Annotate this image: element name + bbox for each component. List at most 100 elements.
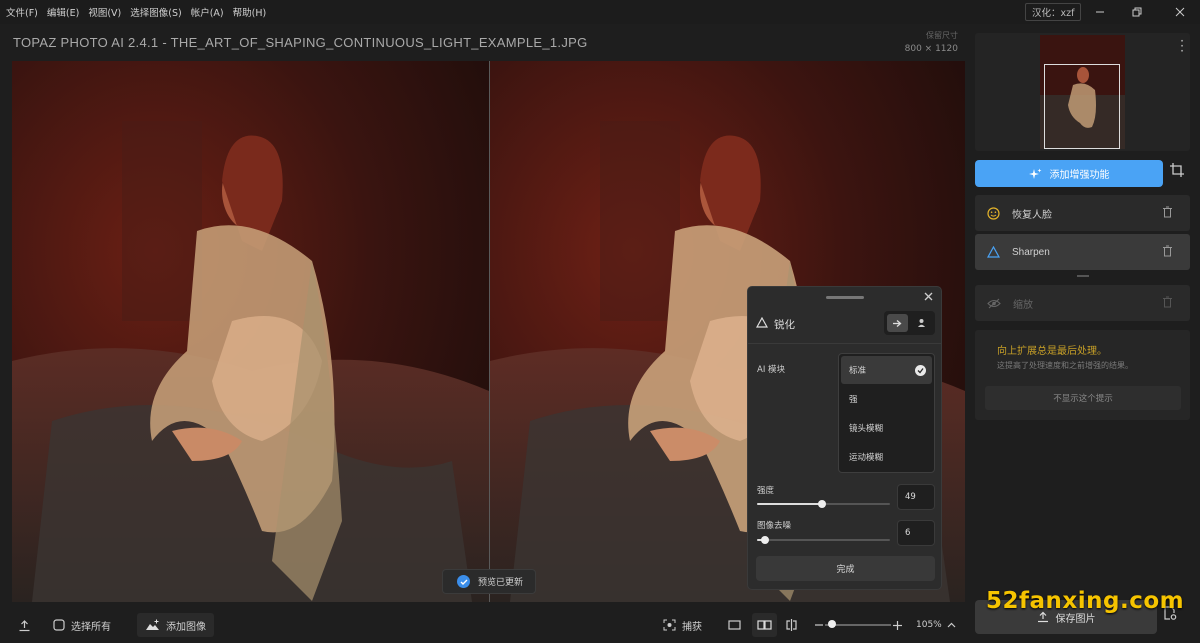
panel-title: 锐化 [774,319,795,331]
restore-button[interactable] [1117,2,1157,22]
ai-model-list: 标准 强 镜头模糊 运动模糊 [838,353,935,473]
original-photo [12,61,489,602]
close-window-button[interactable] [1160,2,1200,22]
menu-account[interactable]: 帐户(A) [191,5,224,19]
add-image-label: 添加图像 [166,621,206,633]
side-by-side-icon [757,620,772,630]
image-title: TOPAZ PHOTO AI 2.4.1 - THE_ART_OF_SHAPIN… [13,35,588,50]
arrow-right-icon [893,319,902,327]
add-enhancement-label: 添加增强功能 [1049,170,1110,181]
filter-face-recovery[interactable]: 恢复人脸 [975,195,1190,231]
side-by-side-view-button[interactable] [752,613,777,637]
sharpen-settings-panel: 锐化 AI 模块 标准 强 镜头模糊 运动模糊 强度 49 图像去噪 6 完成 [747,286,942,590]
capture-icon [663,619,676,631]
check-circle-icon [457,575,470,588]
done-button[interactable]: 完成 [756,556,935,581]
menu-list: 文件(F) 编辑(E) 视图(V) 选择图像(S) 帐户(A) 帮助(H) [0,5,266,19]
strength-slider[interactable] [757,500,890,508]
reorder-grip[interactable] [1077,275,1089,277]
upscale-tip-card: 向上扩展总是最后处理。 这提高了处理速度和之前增强的结果。 不显示这个提示 [975,330,1190,420]
mode-toggle [884,311,935,335]
denoise-label: 图像去噪 [757,521,792,531]
restore-icon [1132,7,1142,17]
ai-model-label: AI 模块 [757,365,786,375]
menu-help[interactable]: 帮助(H) [233,5,267,19]
filter-label: 恢复人脸 [1012,209,1052,221]
capture-label: 捕获 [682,621,702,633]
trash-icon[interactable] [1162,245,1173,257]
plus-icon [893,620,902,630]
model-option-lens-blur[interactable]: 镜头模糊 [841,414,932,442]
menu-file[interactable]: 文件(F) [6,5,38,19]
menu-edit[interactable]: 编辑(E) [47,5,79,19]
trash-icon[interactable] [1162,206,1173,218]
split-view-button[interactable] [785,613,798,637]
minus-icon [815,624,823,626]
single-view-button[interactable] [728,613,741,637]
zoom-level[interactable]: 105% [916,613,942,637]
eye-off-icon [987,298,1001,308]
person-icon [918,319,925,327]
filter-sharpen[interactable]: Sharpen [975,234,1190,270]
watermark-text: 52fanxing.com [986,588,1185,614]
triangle-icon [756,317,768,328]
split-view-icon [786,619,797,631]
checkbox-icon [53,619,65,631]
menu-select-image[interactable]: 选择图像(S) [130,5,181,19]
close-panel-button[interactable] [921,291,935,305]
triangle-icon [987,246,1000,258]
capture-button[interactable]: 捕获 [663,613,702,637]
panel-divider [748,343,941,344]
auto-mode-button[interactable] [887,314,908,332]
close-icon [924,292,932,301]
drag-handle[interactable] [826,296,864,299]
preview-updated-toast: 预览已更新 [442,569,536,594]
menu-bar: 文件(F) 编辑(E) 视图(V) 选择图像(S) 帐户(A) 帮助(H) 汉化… [0,0,1200,24]
navigator-thumbnail[interactable]: · · · [975,33,1190,151]
sparkle-icon [1028,168,1041,179]
trash-icon[interactable] [1162,296,1173,308]
denoise-value-input[interactable]: 6 [897,520,935,546]
model-option-strong[interactable]: 强 [841,385,932,413]
face-icon [987,206,1000,220]
localization-badge: 汉化：xzf [1025,3,1082,21]
original-preview[interactable] [12,61,489,602]
image-add-icon [146,619,159,630]
toast-text: 预览已更新 [478,578,524,588]
upload-icon [19,619,30,631]
minimize-button[interactable] [1080,2,1120,22]
zoom-in-button[interactable] [893,613,902,637]
more-options-icon[interactable]: · · · [1180,35,1184,57]
dismiss-tip-button[interactable]: 不显示这个提示 [985,386,1181,410]
close-icon [1175,7,1185,17]
model-option-motion-blur[interactable]: 运动模糊 [841,443,932,471]
crop-icon [1170,163,1184,177]
subject-mode-button[interactable] [911,314,932,332]
filter-label: 缩放 [1013,299,1033,311]
menu-view[interactable]: 视图(V) [88,5,121,19]
strength-slider-fill [757,503,823,505]
zoom-slider-knob[interactable] [828,620,836,628]
tip-title: 向上扩展总是最后处理。 [997,346,1107,357]
image-size-label: 保留尺寸 [926,31,958,40]
filter-upscale[interactable]: 缩放 [975,285,1190,321]
filter-label: Sharpen [1012,246,1050,258]
export-button[interactable] [18,613,31,637]
chevron-up-icon [947,622,956,628]
crop-button[interactable] [1170,163,1190,183]
add-image-button[interactable]: 添加图像 [137,613,214,637]
strength-value-input[interactable]: 49 [897,484,935,510]
zoom-options-button[interactable] [947,613,956,637]
select-all-checkbox[interactable]: 选择所有 [53,613,111,637]
strength-slider-knob[interactable] [818,500,827,508]
viewport-frame[interactable] [1044,64,1120,149]
denoise-slider[interactable] [757,536,890,544]
add-enhancement-button[interactable]: 添加增强功能 [975,160,1163,187]
strength-label: 强度 [757,486,775,496]
model-option-standard[interactable]: 标准 [841,356,932,384]
tip-text: 这提高了处理速度和之前增强的结果。 [997,361,1133,370]
denoise-slider-knob[interactable] [760,536,769,544]
check-icon [915,364,926,376]
zoom-out-button[interactable] [815,613,823,637]
single-view-icon [728,620,741,630]
